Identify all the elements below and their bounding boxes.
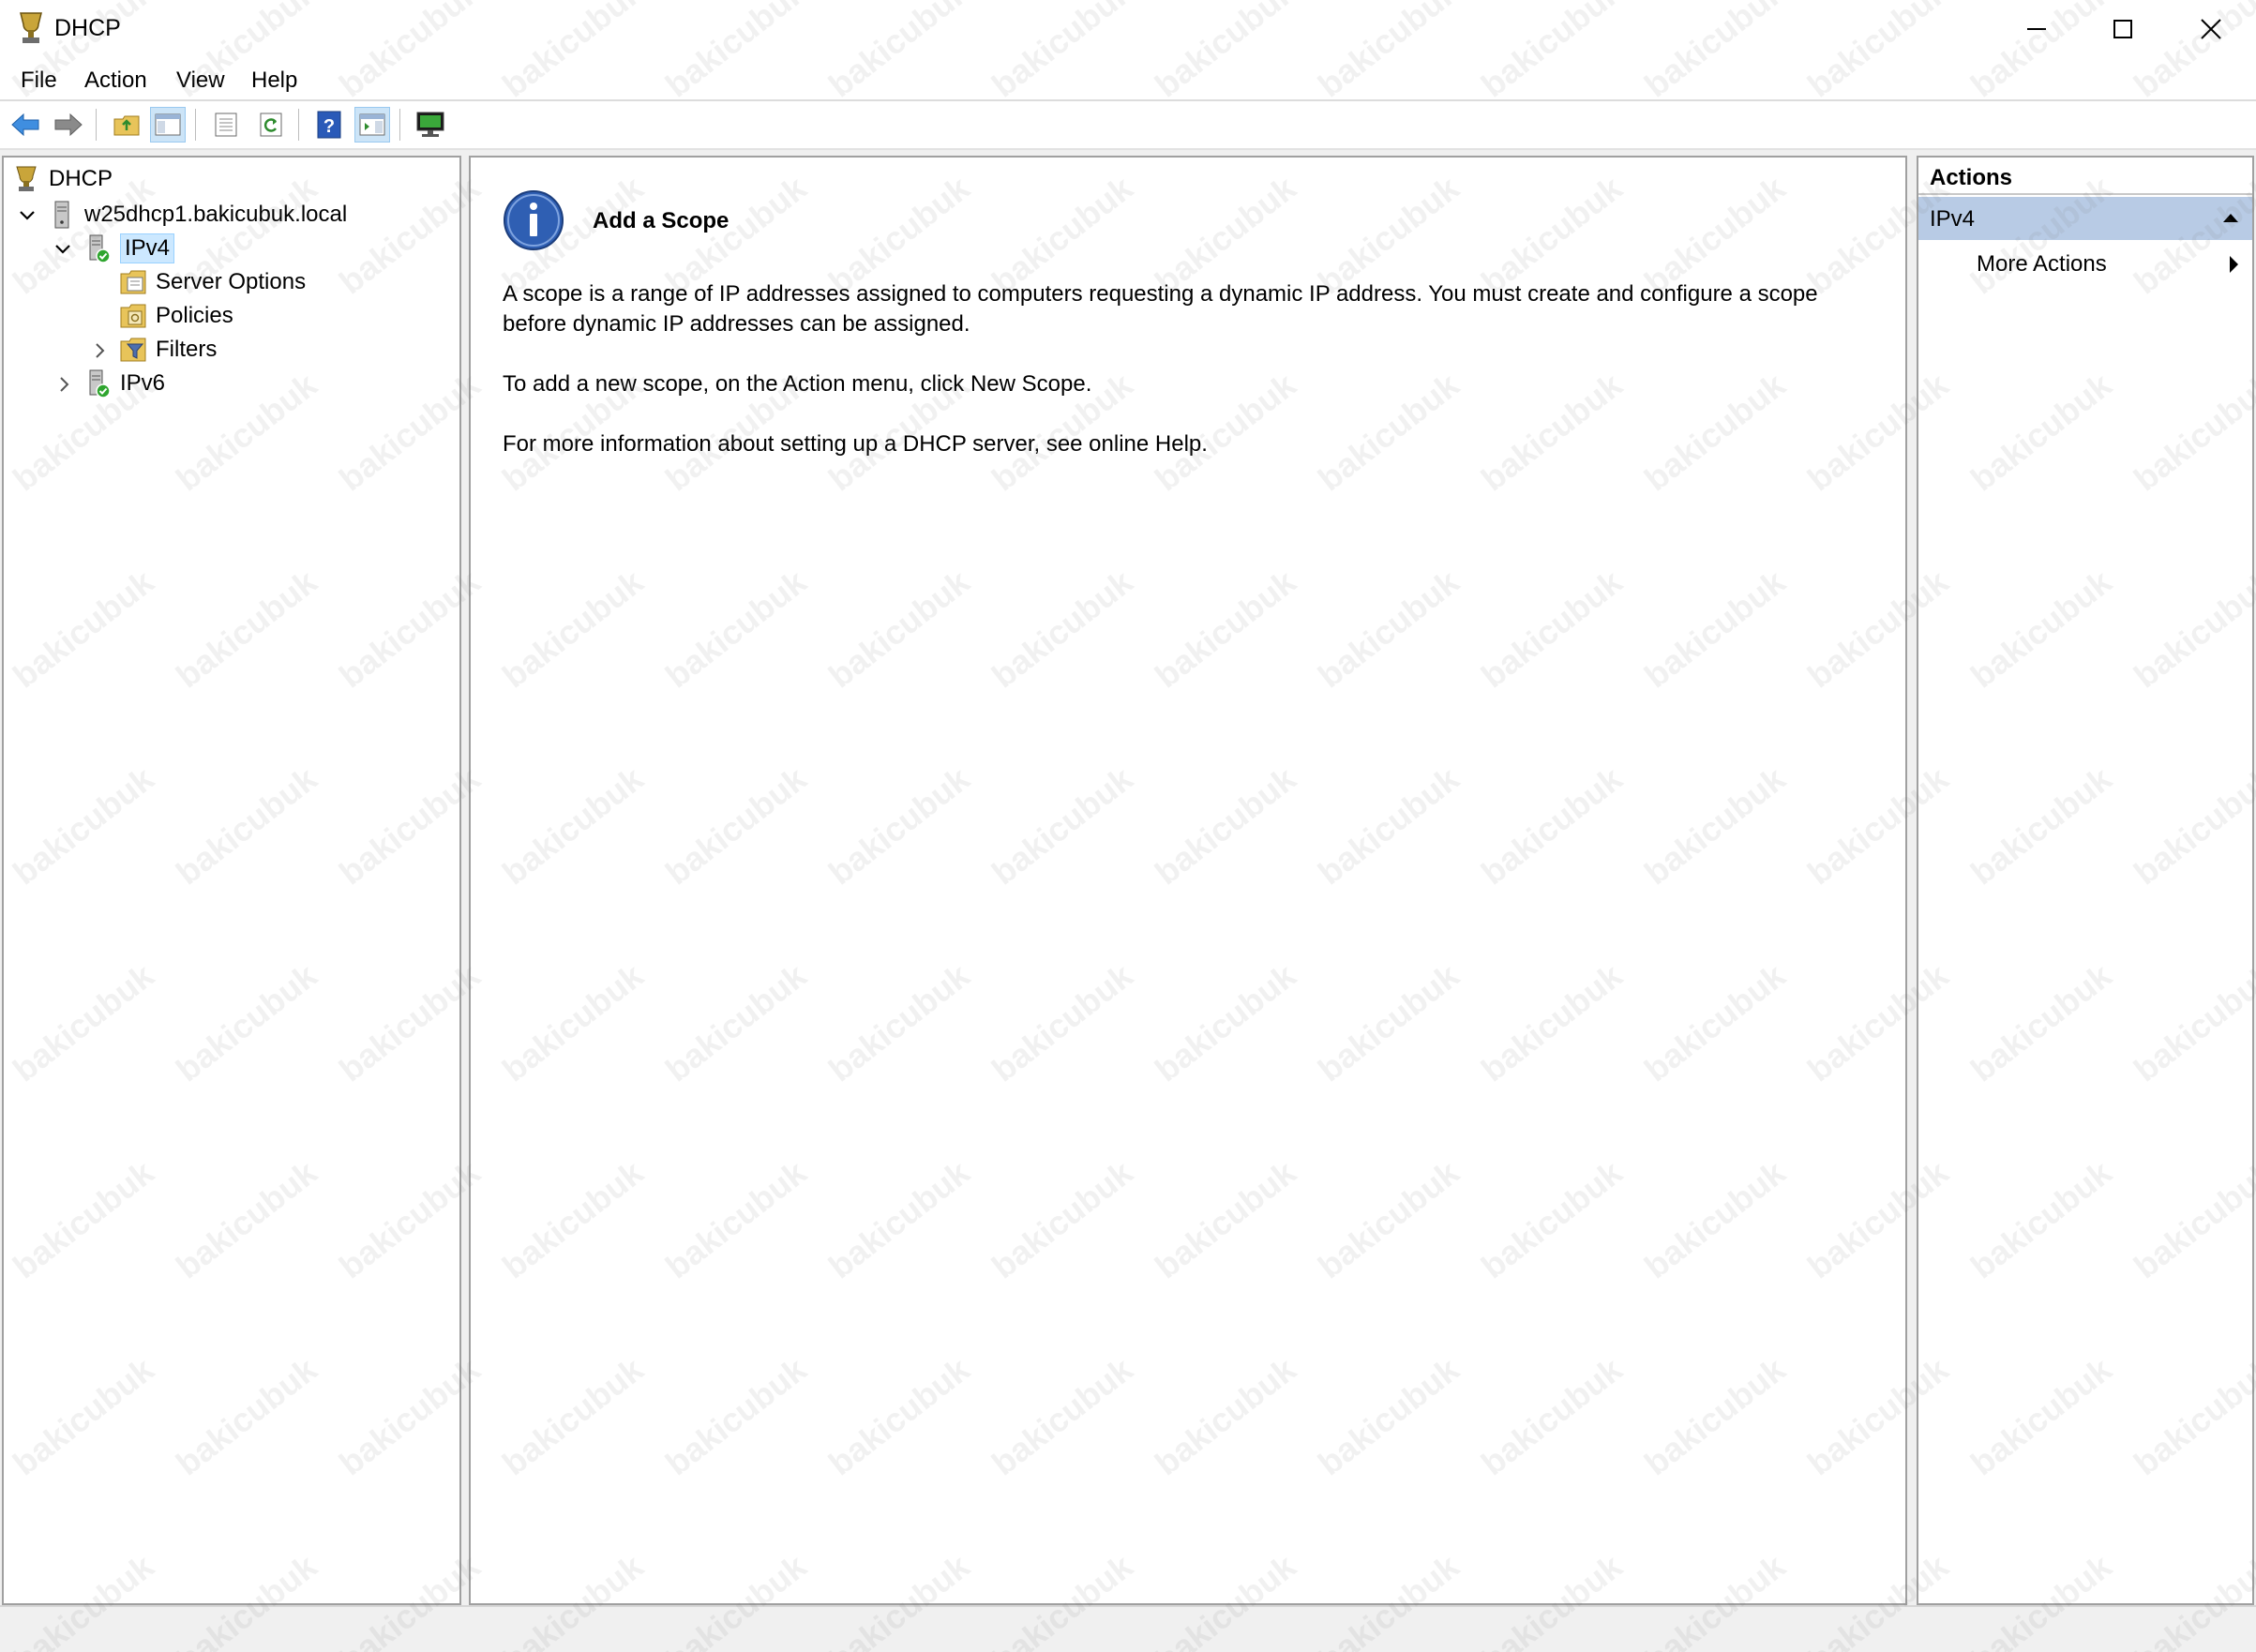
tree-label-server: w25dhcp1.bakicubuk.local	[84, 202, 348, 227]
actions-pane: Actions IPv4 More Actions	[1917, 156, 2254, 1605]
tree-label-server-options: Server Options	[156, 269, 307, 294]
dhcp-monitor-button[interactable]	[413, 107, 448, 143]
help-icon: ?	[317, 111, 341, 139]
server-options-icon	[120, 270, 146, 294]
title-bar: DHCP	[0, 0, 2256, 58]
toolbar: ?	[0, 101, 2256, 150]
menu-file[interactable]: File	[21, 68, 57, 94]
expand-toggle-server[interactable]	[17, 205, 38, 226]
policies-icon	[120, 304, 146, 328]
more-actions-item[interactable]: More Actions	[1918, 244, 2252, 285]
toolbar-separator	[399, 109, 400, 141]
close-icon	[2201, 19, 2221, 39]
tree-item-server-options[interactable]: Server Options	[118, 266, 306, 298]
expand-toggle-ipv4[interactable]	[53, 239, 73, 260]
tree-label-filters: Filters	[156, 337, 218, 362]
ipv6-server-icon	[89, 369, 111, 398]
console-tree-pane: DHCP w25dhcp1.bakicubuk.local IPv4 Serve…	[2, 156, 461, 1605]
export-list-button[interactable]	[208, 107, 244, 143]
toolbar-separator	[298, 109, 299, 141]
expand-toggle-ipv6[interactable]	[54, 374, 75, 395]
tree-label-dhcp: DHCP	[49, 166, 113, 191]
tree-item-dhcp-root[interactable]: DHCP	[11, 163, 113, 195]
menu-view[interactable]: View	[176, 68, 225, 94]
ipv4-server-icon	[89, 234, 111, 263]
window-title: DHCP	[54, 15, 121, 41]
maximize-icon	[2113, 20, 2132, 38]
result-pane: Add a Scope A scope is a range of IP add…	[469, 156, 1907, 1605]
refresh-icon	[260, 113, 282, 137]
maximize-button[interactable]	[2080, 0, 2166, 58]
toolbar-separator	[96, 109, 97, 141]
menu-bar: File Action View Help	[0, 58, 2256, 101]
more-actions-label: More Actions	[1977, 251, 2107, 277]
server-icon	[54, 201, 69, 229]
scope-description: A scope is a range of IP addresses assig…	[503, 281, 1818, 337]
svg-text:?: ?	[323, 116, 335, 137]
help-reference-text: For more information about setting up a …	[503, 431, 1208, 457]
forward-arrow-icon	[54, 113, 83, 137]
tree-item-filters[interactable]: Filters	[118, 334, 217, 366]
toolbar-separator	[195, 109, 196, 141]
tree-item-policies[interactable]: Policies	[118, 300, 233, 332]
show-hide-action-pane-button[interactable]	[354, 107, 390, 143]
add-scope-title: Add a Scope	[593, 208, 729, 233]
chevron-right-icon	[60, 377, 69, 392]
tree-label-ipv4: IPv4	[120, 233, 175, 263]
collapse-triangle-icon	[2223, 214, 2238, 222]
minimize-button[interactable]	[1993, 0, 2080, 58]
dhcp-app-icon	[20, 12, 42, 43]
submenu-arrow-icon	[2230, 256, 2238, 273]
show-hide-console-tree-icon	[155, 113, 181, 136]
show-hide-console-tree-button[interactable]	[150, 107, 186, 143]
tree-label-ipv6: IPv6	[120, 370, 166, 396]
add-scope-instruction: To add a new scope, on the Action menu, …	[503, 371, 1092, 397]
tree-label-policies: Policies	[156, 303, 233, 328]
chevron-down-icon	[55, 245, 70, 254]
menu-help[interactable]: Help	[251, 68, 297, 94]
dhcp-root-icon	[16, 166, 37, 191]
chevron-down-icon	[20, 211, 35, 220]
minimize-icon	[2027, 28, 2046, 30]
client-area: DHCP w25dhcp1.bakicubuk.local IPv4 Serve…	[0, 150, 2256, 1605]
actions-header: Actions	[1918, 158, 2252, 195]
action-group-ipv4[interactable]: IPv4	[1918, 197, 2252, 240]
menu-action[interactable]: Action	[84, 68, 147, 94]
show-hide-action-pane-icon	[359, 113, 385, 136]
tree-item-ipv6[interactable]: IPv6	[83, 368, 165, 399]
expand-toggle-filters[interactable]	[90, 340, 111, 361]
back-button[interactable]	[8, 107, 43, 143]
status-bar	[0, 1605, 2256, 1652]
dhcp-server-monitor-icon	[416, 112, 444, 137]
back-arrow-icon	[11, 113, 39, 137]
refresh-button[interactable]	[253, 107, 289, 143]
chevron-right-icon	[96, 343, 105, 358]
export-list-icon	[215, 113, 237, 137]
close-button[interactable]	[2168, 0, 2254, 58]
actions-header-label: Actions	[1930, 165, 2013, 190]
up-folder-icon	[113, 115, 140, 136]
tree-item-ipv4[interactable]: IPv4	[83, 233, 175, 264]
action-group-label: IPv4	[1930, 206, 1976, 232]
up-one-level-button[interactable]	[109, 107, 144, 143]
filters-icon	[120, 338, 146, 362]
info-icon	[504, 190, 564, 250]
forward-button[interactable]	[51, 107, 86, 143]
tree-item-server[interactable]: w25dhcp1.bakicubuk.local	[47, 199, 347, 231]
help-button[interactable]: ?	[311, 107, 347, 143]
